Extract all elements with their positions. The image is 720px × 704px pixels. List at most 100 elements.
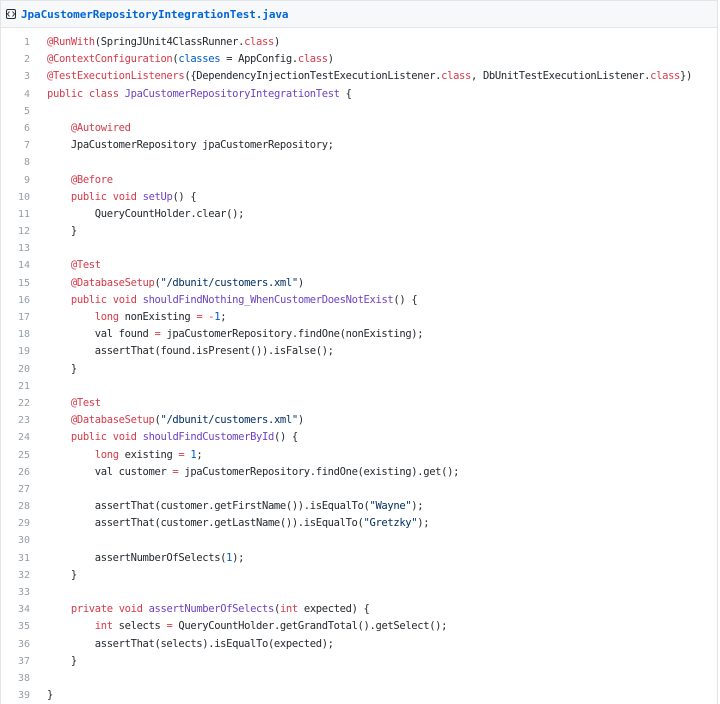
code-token: ); — [232, 551, 245, 564]
line-number[interactable]: 5 — [1, 103, 30, 120]
code-line: 28 assertThat(customer.getFirstName()).i… — [1, 498, 717, 515]
code-token: public — [70, 293, 107, 306]
line-number[interactable]: 28 — [1, 498, 30, 515]
code-token: public — [70, 190, 107, 203]
code-token: shouldFindCustomerById — [142, 431, 275, 444]
code-token: class — [88, 87, 119, 100]
code-line: 35 int selects = QueryCountHolder.getGra… — [1, 618, 717, 635]
code-line: 37 } — [1, 653, 717, 670]
code-line: 8 — [1, 154, 717, 171]
line-number[interactable]: 34 — [1, 601, 30, 618]
code-token: class — [244, 36, 274, 48]
code-token: @Test — [70, 259, 101, 272]
line-source: assertThat(customer.getLastName()).isEqu… — [47, 515, 430, 532]
code-line: 32 } — [1, 567, 717, 584]
code-line: 38 — [1, 670, 717, 687]
code-token: () { — [273, 431, 298, 444]
code-token: QueryCountHolder.clear(); — [47, 207, 245, 220]
line-source: assertThat(customer.getFirstName()).isEq… — [47, 498, 424, 515]
code-token: assertThat(customer.getLastName()).isEqu… — [47, 517, 364, 530]
code-lines: 1 @RunWith(SpringJUnit4ClassRunner.class)… — [1, 34, 717, 704]
line-number[interactable]: 11 — [1, 206, 30, 223]
code-token: }) — [680, 70, 692, 83]
line-source: @Before — [47, 172, 113, 189]
line-number[interactable]: 21 — [1, 378, 30, 395]
file-name-link[interactable]: JpaCustomerRepositoryIntegrationTest.jav… — [21, 8, 289, 21]
code-line: 27 — [1, 481, 717, 498]
line-number[interactable]: 12 — [1, 223, 30, 240]
code-token: nonExisting — [118, 311, 197, 323]
code-token: int — [94, 620, 113, 633]
line-number[interactable]: 2 — [1, 51, 30, 68]
code-line: 29 assertThat(customer.getLastName()).is… — [1, 515, 717, 532]
code-token: classes — [178, 53, 221, 66]
line-number[interactable]: 6 — [1, 120, 30, 137]
code-token: @RunWith — [47, 36, 95, 48]
code-token: } — [47, 568, 77, 581]
line-number[interactable]: 17 — [1, 309, 30, 326]
code-line: 34 private void assertNumberOfSelects(in… — [1, 601, 717, 618]
code-line: 33 — [1, 584, 717, 601]
line-number[interactable]: 24 — [1, 429, 30, 446]
code-token: (SpringJUnit4ClassRunner. — [94, 36, 245, 48]
line-source: @Autowired — [47, 120, 131, 137]
line-number[interactable]: 30 — [1, 532, 30, 549]
code-line: 20 } — [1, 361, 717, 378]
line-source: assertThat(found.isPresent()).isFalse(); — [47, 343, 334, 360]
code-token: jpaCustomerRepository.findOne(nonExistin… — [160, 328, 424, 341]
line-number[interactable]: 32 — [1, 567, 30, 584]
code-token: "/dbunit/customers.xml" — [160, 414, 298, 427]
line-number[interactable]: 14 — [1, 257, 30, 274]
code-token: QueryCountHolder.getGrandTotal().getSele… — [172, 620, 448, 633]
code-token: () { — [172, 190, 197, 203]
line-number[interactable]: 29 — [1, 515, 30, 532]
line-number[interactable]: 10 — [1, 189, 30, 206]
line-number[interactable]: 16 — [1, 292, 30, 309]
line-number[interactable]: 7 — [1, 137, 30, 154]
code-token: class — [441, 70, 471, 83]
code-token: @DatabaseSetup — [70, 414, 155, 427]
line-number[interactable]: 8 — [1, 154, 30, 171]
line-number[interactable]: 39 — [1, 687, 30, 704]
code-line: 14 @Test — [1, 257, 717, 274]
code-token: ; — [196, 448, 203, 461]
line-number[interactable]: 22 — [1, 395, 30, 412]
line-number[interactable]: 4 — [1, 86, 30, 103]
code-line: 17 long nonExisting = -1; — [1, 309, 717, 326]
code-token: void — [118, 603, 143, 616]
code-line: 19 assertThat(found.isPresent()).isFalse… — [1, 343, 717, 360]
line-number[interactable]: 23 — [1, 412, 30, 429]
line-source: public class JpaCustomerRepositoryIntegr… — [47, 86, 352, 103]
line-number[interactable]: 19 — [1, 343, 30, 360]
code-token: assertNumberOfSelects( — [47, 551, 227, 564]
line-source: public void shouldFindCustomerById() { — [47, 429, 298, 446]
code-token: ); — [417, 517, 430, 530]
line-number[interactable]: 20 — [1, 361, 30, 378]
line-number[interactable]: 36 — [1, 636, 30, 653]
line-number[interactable]: 26 — [1, 464, 30, 481]
code-line: 9 @Before — [1, 172, 717, 189]
code-token: class — [650, 70, 681, 83]
line-number[interactable]: 15 — [1, 275, 30, 292]
line-number[interactable]: 25 — [1, 447, 30, 464]
line-number[interactable]: 35 — [1, 618, 30, 635]
line-number[interactable]: 1 — [1, 34, 30, 51]
line-number[interactable]: 33 — [1, 584, 30, 601]
line-number[interactable]: 37 — [1, 653, 30, 670]
line-number[interactable]: 31 — [1, 550, 30, 567]
code-line: 30 — [1, 532, 717, 549]
line-source: public void shouldFindNothing_WhenCustom… — [47, 292, 418, 309]
line-number[interactable]: 27 — [1, 481, 30, 498]
code-line: 15 @DatabaseSetup("/dbunit/customers.xml… — [1, 275, 717, 292]
line-number[interactable]: 13 — [1, 240, 30, 257]
line-number[interactable]: 9 — [1, 172, 30, 189]
code-token: void — [112, 190, 137, 203]
line-source: } — [47, 361, 77, 378]
line-number[interactable]: 38 — [1, 670, 30, 687]
line-number[interactable]: 3 — [1, 68, 30, 85]
code-token: { — [339, 87, 352, 100]
line-number[interactable]: 18 — [1, 326, 30, 343]
